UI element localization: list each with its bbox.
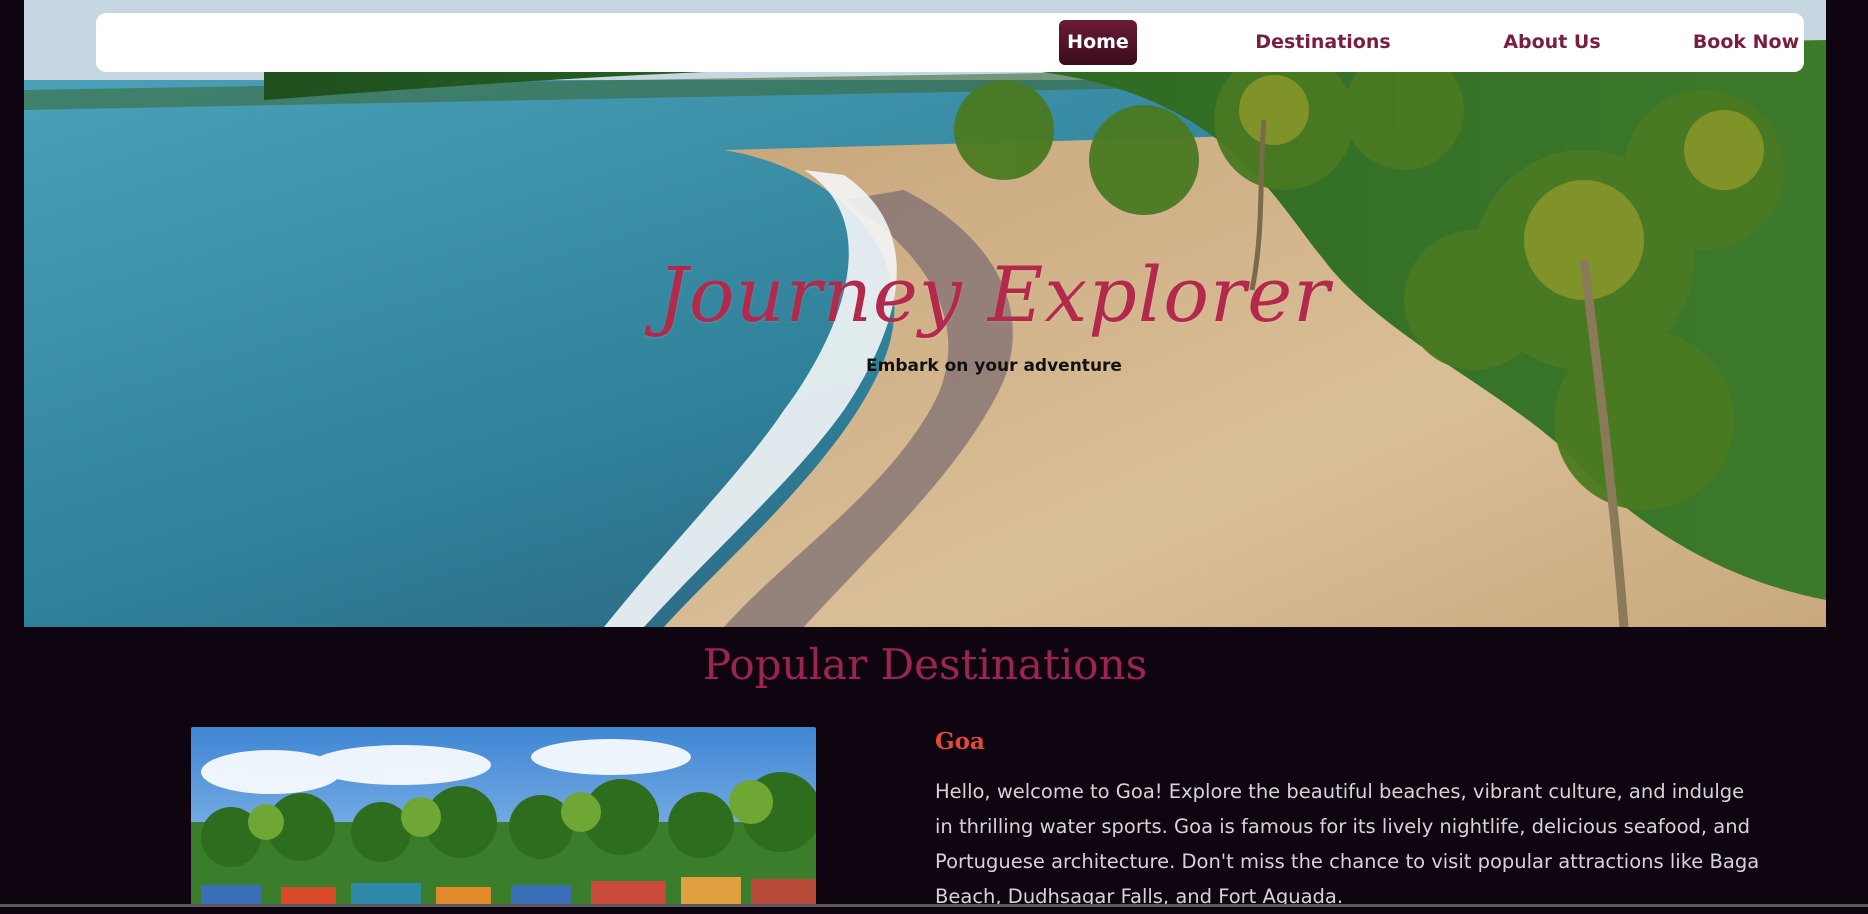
nav-about-link[interactable]: About Us [1472,19,1632,65]
nav-destinations-link[interactable]: Destinations [1223,19,1423,65]
hero-section: Home Destinations About Us Book Now Jour… [24,0,1826,627]
page-frame-right [1826,0,1868,627]
nav-book-now-link[interactable]: Book Now [1686,19,1806,65]
page-frame-left [0,0,24,627]
popular-destinations-heading: Popular Destinations [702,640,1148,689]
goa-beach-image [191,727,816,907]
destination-name: Goa [935,728,985,755]
nav-home-link[interactable]: Home [1059,20,1137,65]
navbar: Home Destinations About Us Book Now [96,13,1804,72]
hero-title: Journey Explorer [657,250,1331,339]
destination-image-goa [191,727,816,907]
hero-subtitle: Embark on your adventure [866,356,1122,376]
destination-description: Hello, welcome to Goa! Explore the beaut… [935,780,1760,908]
